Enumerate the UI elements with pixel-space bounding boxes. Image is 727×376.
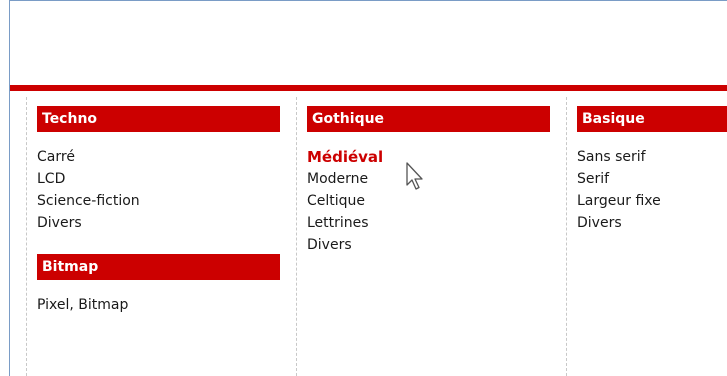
category-header-techno[interactable]: Techno <box>37 106 280 132</box>
category-header-bitmap[interactable]: Bitmap <box>37 254 280 280</box>
mouse-pointer-icon <box>406 162 423 190</box>
list-item[interactable]: Divers <box>307 234 550 256</box>
list-item[interactable]: Divers <box>37 212 280 234</box>
category-list-bitmap: Pixel, Bitmap <box>37 294 280 316</box>
category-column-gothique: Gothique Médiéval Moderne Celtique Lettr… <box>307 106 550 256</box>
list-item[interactable]: Lettrines <box>307 212 550 234</box>
column-divider <box>26 97 27 376</box>
category-header-gothique[interactable]: Gothique <box>307 106 550 132</box>
category-section-bitmap: Bitmap Pixel, Bitmap <box>37 254 280 316</box>
list-item[interactable]: LCD <box>37 168 280 190</box>
list-item[interactable]: Divers <box>577 212 727 234</box>
category-list-gothique: Médiéval Moderne Celtique Lettrines Dive… <box>307 146 550 256</box>
category-column-basique: Basique Sans serif Serif Largeur fixe Di… <box>577 106 727 234</box>
list-item[interactable]: Science-fiction <box>37 190 280 212</box>
category-header-basique[interactable]: Basique <box>577 106 727 132</box>
category-list-basique: Sans serif Serif Largeur fixe Divers <box>577 146 727 234</box>
column-divider <box>296 97 297 376</box>
list-item-active[interactable]: Médiéval <box>307 146 550 168</box>
list-item[interactable]: Carré <box>37 146 280 168</box>
list-item[interactable]: Sans serif <box>577 146 727 168</box>
list-item[interactable]: Serif <box>577 168 727 190</box>
list-item[interactable]: Moderne <box>307 168 550 190</box>
column-divider <box>566 97 567 376</box>
list-item[interactable]: Celtique <box>307 190 550 212</box>
top-accent-bar <box>10 85 727 91</box>
list-item[interactable]: Pixel, Bitmap <box>37 294 280 316</box>
category-column-techno: Techno Carré LCD Science-fiction Divers … <box>37 106 280 316</box>
list-item[interactable]: Largeur fixe <box>577 190 727 212</box>
category-list-techno: Carré LCD Science-fiction Divers <box>37 146 280 234</box>
